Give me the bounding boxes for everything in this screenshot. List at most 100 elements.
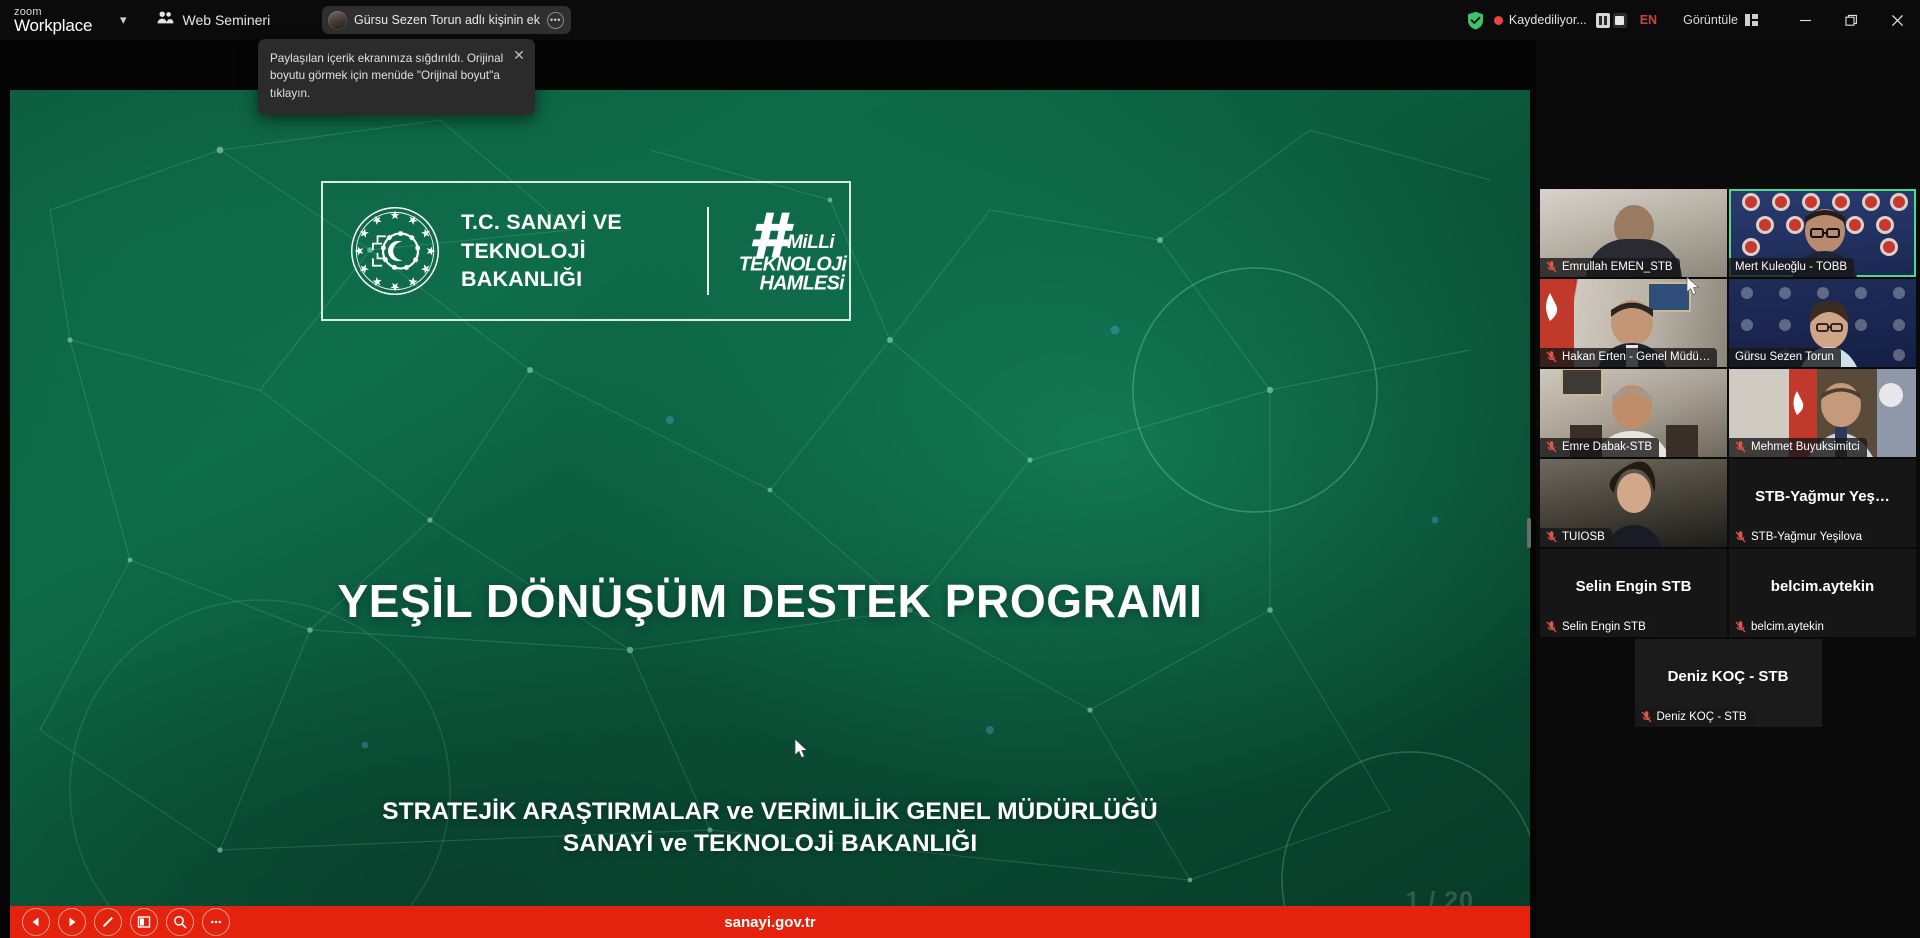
more-options-button[interactable] <box>202 908 230 936</box>
participant-tile-gursu-sezen-torun[interactable]: Gürsu Sezen Torun <box>1729 279 1916 367</box>
panel-resize-handle[interactable] <box>1527 518 1531 548</box>
more-horizontal-icon <box>210 920 222 924</box>
next-slide-button[interactable] <box>58 908 86 936</box>
participant-name-badge: Deniz KOÇ - STB <box>1634 708 1754 727</box>
participant-name: Mehmet Buyuksimitci <box>1751 441 1860 453</box>
participant-display-name: STB-Yağmur Yeş… <box>1755 487 1890 505</box>
slide-subtitle: STRATEJİK ARAŞTIRMALAR ve VERİMLİLİK GEN… <box>10 796 1530 860</box>
participant-name-badge: Emre Dabak-STB <box>1540 438 1660 457</box>
mic-off-icon <box>1546 261 1557 273</box>
recording-controls <box>1595 12 1627 28</box>
slide-subtitle-line1: STRATEJİK ARAŞTIRMALAR ve VERİMLİLİK GEN… <box>382 798 1158 825</box>
tile-row: Hakan Erten - Genel Müdü… Gürsu Sezen To… <box>1540 279 1916 367</box>
mic-off-icon <box>1546 531 1557 543</box>
ministry-logo-line1: T.C. SANAYİ VE <box>461 210 622 235</box>
participant-tile-selin-engin[interactable]: Selin Engin STB Selin Engin STB <box>1540 549 1727 637</box>
participant-name: Mert Kuleoğlu - TOBB <box>1735 261 1848 273</box>
participant-name: Deniz KOÇ - STB <box>1656 711 1747 723</box>
title-bar-right-group: Kaydediliyor... EN Görüntüle <box>1467 0 1920 40</box>
mic-off-icon <box>1735 531 1746 543</box>
participant-name-badge: TÜİOSB <box>1540 528 1612 547</box>
pen-annotate-button[interactable] <box>94 908 122 936</box>
recording-indicator[interactable]: Kaydediliyor... <box>1493 12 1627 28</box>
triangle-right-icon <box>69 917 76 927</box>
slide-title: YEŞİL DÖNÜŞÜM DESTEK PROGRAMI <box>337 575 1203 627</box>
ministry-seal-icon <box>351 207 439 295</box>
record-dot-icon <box>1493 15 1503 25</box>
participant-tile-belcim-aytekin[interactable]: belcim.aytekin belcim.aytekin <box>1729 549 1916 637</box>
window-controls <box>1782 0 1920 40</box>
tile-row: Emrullah EMEN_STB Mert Kuleoğlu - TOBB <box>1540 189 1916 277</box>
restore-window-button[interactable] <box>1828 0 1874 40</box>
minimize-button[interactable] <box>1782 0 1828 40</box>
participant-display-name: belcim.aytekin <box>1770 577 1875 595</box>
pause-icon[interactable] <box>1595 12 1610 28</box>
meeting-tab-web-semineri[interactable]: Web Semineri <box>157 10 271 30</box>
close-button[interactable] <box>1874 0 1920 40</box>
mic-off-icon <box>1735 441 1746 453</box>
mic-off-icon <box>1546 351 1557 363</box>
stop-icon[interactable] <box>1612 12 1627 28</box>
participant-name: Gürsu Sezen Torun <box>1735 351 1834 363</box>
participant-video-panel: Emrullah EMEN_STB Mert Kuleoğlu - TOBB H… <box>1536 40 1920 938</box>
zoom-button[interactable] <box>166 908 194 936</box>
participant-tile-tuiosb[interactable]: TÜİOSB <box>1540 459 1727 547</box>
previous-slide-button[interactable] <box>22 908 50 936</box>
participant-name: Emre Dabak-STB <box>1562 441 1653 453</box>
pen-icon <box>103 917 113 927</box>
more-horizontal-icon[interactable]: ••• <box>546 11 564 29</box>
participant-tile-hakan-erten[interactable]: Hakan Erten - Genel Müdü… <box>1540 279 1727 367</box>
language-button[interactable]: EN <box>1640 13 1657 27</box>
participant-name-badge: STB-Yağmur Yeşilova <box>1729 528 1870 547</box>
mic-off-icon <box>1546 441 1557 453</box>
participant-name: TÜİOSB <box>1562 531 1605 543</box>
slide-subtitle-line2: SANAYİ ve TEKNOLOJİ BAKANLIĞI <box>562 829 978 857</box>
annotation-toolbar <box>22 908 230 936</box>
participant-name-badge: Hakan Erten - Genel Müdü… <box>1540 348 1718 367</box>
slide-footer-bar: sanayi.gov.tr <box>10 906 1530 938</box>
shared-screen-slide[interactable]: T.C. SANAYİ VE TEKNOLOJİ BAKANLIĞI MiLLi… <box>10 90 1530 938</box>
title-bar: zoom Workplace ▾ Web Semineri Gürsu Seze… <box>0 0 1920 40</box>
tile-row: TÜİOSB STB-Yağmur Yeş… STB-Yağmur Yeşilo… <box>1540 459 1916 547</box>
meeting-tab-label: Web Semineri <box>182 12 271 28</box>
participant-name-badge: Mert Kuleoğlu - TOBB <box>1729 258 1855 277</box>
participant-tile-emre-dabak[interactable]: Emre Dabak-STB <box>1540 369 1727 457</box>
layout-grid-icon <box>1745 14 1758 26</box>
close-icon[interactable]: ✕ <box>511 47 527 63</box>
svg-text:HAMLESi: HAMLESi <box>759 272 845 292</box>
zoom-wordmark-bottom: Workplace <box>14 15 93 35</box>
avatar <box>328 10 347 30</box>
tile-row: Selin Engin STB Selin Engin STB belcim.a… <box>1540 549 1916 637</box>
ministry-logo-text: T.C. SANAYİ VE TEKNOLOJİ BAKANLIĞI <box>461 208 679 294</box>
participant-tile-stb-yagmur-yesilova[interactable]: STB-Yağmur Yeş… STB-Yağmur Yeşilova <box>1729 459 1916 547</box>
svg-text:MiLLi: MiLLi <box>787 232 835 253</box>
participant-tile-deniz-koc[interactable]: Deniz KOÇ - STB Deniz KOÇ - STB <box>1634 639 1822 727</box>
people-icon <box>157 10 174 30</box>
mic-off-icon <box>1546 621 1557 633</box>
participant-tile-emrullah-emen[interactable]: Emrullah EMEN_STB <box>1540 189 1727 277</box>
participant-name: Hakan Erten - Genel Müdü… <box>1562 351 1711 363</box>
participant-name: Emrullah EMEN_STB <box>1562 261 1673 273</box>
shield-check-icon[interactable] <box>1467 11 1484 30</box>
view-button[interactable]: Görüntüle <box>1683 13 1758 27</box>
tile-row: Deniz KOÇ - STB Deniz KOÇ - STB <box>1540 639 1916 727</box>
share-tab[interactable]: Gürsu Sezen Torun adlı kişinin ek ••• <box>322 6 571 34</box>
magnifier-icon <box>174 915 187 929</box>
participant-name-badge: Gürsu Sezen Torun <box>1729 348 1841 367</box>
participant-tile-mehmet-buyuksimitci[interactable]: Mehmet Buyuksimitci <box>1729 369 1916 457</box>
participant-name-badge: belcim.aytekin <box>1729 618 1831 637</box>
participant-display-name: Deniz KOÇ - STB <box>1667 667 1789 685</box>
participant-display-name: Selin Engin STB <box>1575 577 1692 595</box>
mic-off-icon <box>1640 711 1652 723</box>
panel-icon <box>137 916 151 928</box>
tile-row: Emre Dabak-STB Mehmet Buyuksimitci <box>1540 369 1916 457</box>
slide-panel-button[interactable] <box>130 908 158 936</box>
participant-name-badge: Emrullah EMEN_STB <box>1540 258 1680 277</box>
participant-tiles: Emrullah EMEN_STB Mert Kuleoğlu - TOBB H… <box>1540 189 1916 729</box>
participant-tile-mert-kuleoglu[interactable]: Mert Kuleoğlu - TOBB <box>1729 189 1916 277</box>
participant-name: STB-Yağmur Yeşilova <box>1751 531 1863 543</box>
participant-name: belcim.aytekin <box>1751 621 1824 633</box>
chevron-down-icon[interactable]: ▾ <box>120 12 127 28</box>
milli-teknoloji-hamlesi-icon: MiLLi TEKNOLOJi HAMLESi <box>738 212 848 292</box>
triangle-left-icon <box>32 917 39 927</box>
